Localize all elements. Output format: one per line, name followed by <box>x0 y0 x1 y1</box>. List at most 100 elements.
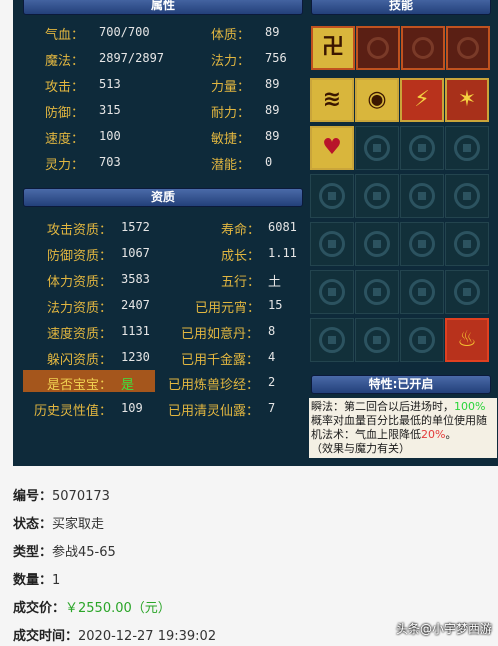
attr-label-def: 防御： <box>45 106 85 121</box>
qual-label-mp: 法力资质： <box>47 301 113 316</box>
empty-skill-slot[interactable] <box>400 174 444 218</box>
qual-value-spd: 1131 <box>121 324 150 338</box>
attr-label-hp: 气血： <box>45 28 85 43</box>
qual-value-atk: 1572 <box>121 220 150 234</box>
attr-label-atk: 攻击： <box>45 80 85 95</box>
info-row-type: 类型：参战45-65 <box>13 541 116 560</box>
info-row-price: 成交价：￥2550.00（元） <box>13 597 171 616</box>
info-value: 1 <box>52 573 61 588</box>
empty-skill-slot[interactable] <box>310 318 354 362</box>
qual-label-spd: 速度资质： <box>47 327 113 342</box>
empty-skill-slot[interactable] <box>356 26 400 70</box>
empty-skill-slot[interactable] <box>445 222 489 266</box>
qual-value-spirit-history: 109 <box>121 401 143 415</box>
qual-label-qingling: 已用清灵仙露： <box>168 404 260 419</box>
info-value: 买家取走 <box>52 517 105 532</box>
attr-value-atk: 513 <box>99 77 121 91</box>
empty-skill-slot[interactable] <box>310 270 354 314</box>
attr-value-agi: 89 <box>265 129 280 143</box>
attr-value-def: 315 <box>99 103 121 117</box>
qual-value-qingling: 7 <box>268 401 276 415</box>
heart-icon[interactable]: ♥ <box>310 126 354 170</box>
qual-label-baby: 是否宝宝： <box>47 378 113 393</box>
watermark: 头条@小宇梦西游 <box>395 622 492 636</box>
trait-pct-2: 20% <box>421 428 446 441</box>
attr-value-hp: 700/700 <box>99 25 150 39</box>
qualities-header: 资质 <box>23 188 303 207</box>
traits-header: 特性:已开启 <box>311 375 491 394</box>
price-value: ￥2550.00（元） <box>65 601 171 616</box>
empty-skill-slot[interactable] <box>400 318 444 362</box>
attr-value-magic: 756 <box>265 51 287 65</box>
info-value: 5070173 <box>52 489 110 504</box>
spear-burst-icon[interactable]: ✶ <box>445 78 489 122</box>
qual-label-ruyidan: 已用如意丹： <box>181 327 260 342</box>
trait-text-end: 。 <box>445 428 457 441</box>
attr-label-magic: 法力： <box>211 54 251 69</box>
empty-skill-slot[interactable] <box>355 126 399 170</box>
empty-skill-slot[interactable] <box>446 26 490 70</box>
qual-label-dodge: 躲闪资质： <box>47 353 113 368</box>
rune-icon[interactable]: 卍 <box>311 26 355 70</box>
attr-value-spirit: 703 <box>99 155 121 169</box>
wind-icon[interactable]: ≋ <box>310 78 354 122</box>
trait-description: 瞬法：第二回合以后进场时，100%概率对血量百分比最低的单位使用随机法术：气血上… <box>309 398 497 458</box>
qual-value-life: 6081 <box>268 220 297 234</box>
empty-skill-slot[interactable] <box>355 270 399 314</box>
attr-label-mp: 魔法： <box>45 54 85 69</box>
attr-label-spd: 速度： <box>45 132 85 147</box>
attr-label-end: 耐力： <box>211 106 251 121</box>
info-key: 状态： <box>13 517 53 532</box>
qual-label-life: 寿命： <box>221 223 261 238</box>
qual-value-hp: 3583 <box>121 272 150 286</box>
attr-value-con: 89 <box>265 25 280 39</box>
qual-value-qianjinlu: 4 <box>268 350 276 364</box>
qual-label-hp: 体力资质： <box>47 275 113 290</box>
pet-panel: 属性 技能 气血： 700/700 魔法： 2897/2897 攻击： 513 … <box>13 0 498 466</box>
attr-value-mp: 2897/2897 <box>99 51 165 65</box>
info-key: 类型： <box>13 545 53 560</box>
qual-label-atk: 攻击资质： <box>47 223 113 238</box>
info-key: 数量： <box>13 573 53 588</box>
trait-text-1: 第二回合以后进场时， <box>344 400 454 413</box>
qual-label-def: 防御资质： <box>47 249 113 264</box>
empty-skill-slot[interactable] <box>310 174 354 218</box>
qual-label-spirit-history: 历史灵性值： <box>34 404 113 419</box>
fire-icon[interactable]: ♨ <box>445 318 489 362</box>
qual-value-dodge: 1230 <box>121 350 150 364</box>
attr-label-potential: 潜能： <box>211 158 251 173</box>
qual-label-yuanxiao: 已用元宵： <box>195 301 261 316</box>
empty-skill-slot[interactable] <box>400 126 444 170</box>
skills-header: 技能 <box>311 0 491 15</box>
empty-skill-slot[interactable] <box>355 318 399 362</box>
empty-skill-slot[interactable] <box>400 270 444 314</box>
info-key: 成交价： <box>13 601 66 616</box>
info-key: 编号： <box>13 489 53 504</box>
qual-value-mp: 2407 <box>121 298 150 312</box>
empty-skill-slot[interactable] <box>310 222 354 266</box>
empty-skill-slot[interactable] <box>445 126 489 170</box>
info-row-time: 成交时间：2020-12-27 19:39:02 <box>13 625 216 644</box>
attr-label-spirit: 灵力： <box>45 158 85 173</box>
attr-value-str: 89 <box>265 77 280 91</box>
attr-value-end: 89 <box>265 103 280 117</box>
empty-skill-slot[interactable] <box>445 270 489 314</box>
empty-skill-slot[interactable] <box>401 26 445 70</box>
attr-value-potential: 0 <box>265 155 273 169</box>
qual-label-lianshou: 已用炼兽珍经： <box>168 378 260 393</box>
qual-label-element: 五行： <box>221 275 261 290</box>
trait-text-3: （效果与魔力有关） <box>311 442 410 455</box>
info-key: 成交时间： <box>13 629 79 644</box>
owl-icon[interactable]: ◉ <box>355 78 399 122</box>
qual-value-ruyidan: 8 <box>268 324 276 338</box>
info-value: 参战45-65 <box>52 545 116 560</box>
lightning-icon[interactable]: ⚡ <box>400 78 444 122</box>
qual-value-def: 1067 <box>121 246 150 260</box>
qual-value-lianshou: 2 <box>268 375 276 389</box>
empty-skill-slot[interactable] <box>400 222 444 266</box>
empty-skill-slot[interactable] <box>445 174 489 218</box>
qual-value-element: 土 <box>268 275 282 290</box>
empty-skill-slot[interactable] <box>355 174 399 218</box>
qual-value-baby: 是 <box>121 378 135 393</box>
empty-skill-slot[interactable] <box>355 222 399 266</box>
